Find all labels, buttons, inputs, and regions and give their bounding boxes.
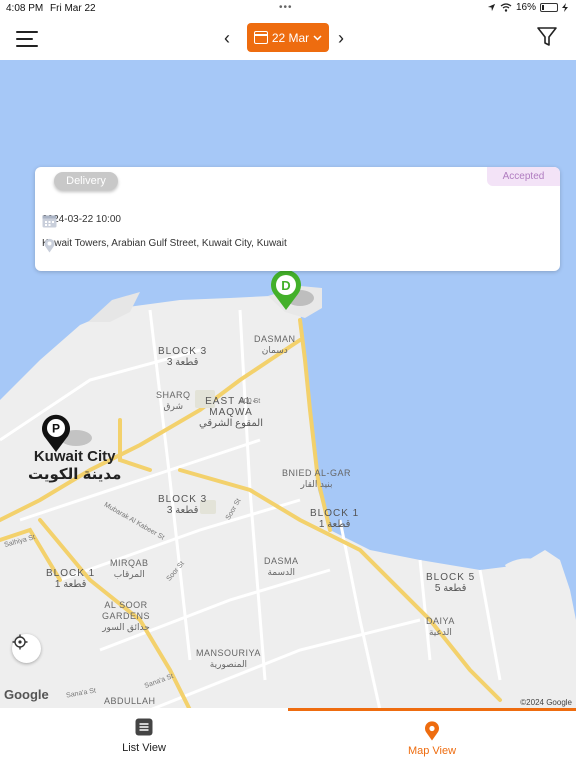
order-info-card[interactable]: Delivery Accepted 2024-03-22 10:00 Kuwai… [35,167,560,271]
battery-percent: 16% [515,2,536,13]
tab-list-view-label: List View [122,742,166,754]
svg-text:P: P [52,422,60,436]
hamburger-menu-icon[interactable] [16,28,40,48]
google-logo: Google [4,687,49,702]
crosshair-icon [12,634,28,650]
map-label-mansouriya: MANSOURIYA المنصورية [196,648,261,669]
map-label-sharq: SHARQ شرق [156,390,191,411]
list-icon [135,718,153,736]
map-copyright: ©2024 Google [520,698,572,707]
map-view[interactable]: BLOCK 3 قطعة 3 DASMAN دسمان SHARQ شرق EAST … [0,60,576,710]
tab-map-view-label: Map View [407,745,457,757]
map-label-block3-south: BLOCK 3 قطعة 3 [158,494,208,516]
status-date: Fri Mar 22 [50,3,96,14]
map-canvas[interactable] [0,60,576,710]
status-time: 4:08 PM [6,3,44,14]
map-pin-icon: D [271,270,314,310]
order-address-row: Kuwait Towers, Arabian Gulf Street, Kuwa… [42,238,287,253]
wifi-icon [500,3,512,12]
multitask-dots[interactable]: ••• [279,2,293,13]
calendar-icon [253,31,268,44]
map-label-al-soor-gardens: AL SOOR GARDENS حدائق السور [101,600,150,632]
calendar-icon [42,215,57,228]
map-label-block5: BLOCK 5 قطعة 5 [426,572,476,594]
filter-icon[interactable] [536,26,558,48]
location-pin-icon [44,238,55,253]
chevron-down-icon [313,34,322,41]
status-badge: Accepted [487,167,560,186]
map-label-bnied-algar: BNIED AL-GAR بنيد القار [282,468,352,489]
bottom-tab-bar: List View Map View [0,708,576,768]
my-location-button[interactable] [12,634,41,663]
tab-list-view[interactable]: List View [0,708,288,768]
app-header: ‹ 22 Mar › [0,18,576,60]
map-label-daiya: DAIYA الدعية [426,616,455,637]
previous-date-button[interactable]: ‹ [224,28,230,49]
tab-map-view[interactable]: Map View [288,708,576,768]
status-bar: 4:08 PM Fri Mar 22 ••• 16% [0,0,576,18]
charging-bolt-icon [562,3,568,12]
street-800: 800 St [240,398,261,405]
order-address: Kuwait Towers, Arabian Gulf Street, Kuwa… [42,238,287,249]
map-label-dasman: DASMAN دسمان [254,334,296,355]
map-label-dasma: DASMA الدسمة [264,556,299,577]
location-arrow-icon [487,3,496,12]
order-type-chip: Delivery [54,172,118,190]
svg-text:D: D [281,278,290,293]
date-picker-button[interactable]: 22 Mar [247,23,329,52]
map-label-block1-east: BLOCK 1 قطعة 1 [310,508,360,530]
map-label-block3-north: BLOCK 3 قطعة 3 [158,346,208,368]
next-date-button[interactable]: › [338,28,344,49]
map-label-block1-west: BLOCK 1 قطعة 1 [46,568,96,590]
battery-icon [540,3,558,12]
map-pin-icon: P [42,414,92,452]
status-icons: 16% [487,2,568,13]
map-marker-icon [425,721,439,741]
map-label-abdullah: ABDULLAH [104,696,156,706]
map-label-mirqab: MIRQAB المرقاب [110,558,149,579]
order-datetime-row: 2024-03-22 10:00 [42,214,121,228]
selected-date-label: 22 Mar [271,30,310,45]
